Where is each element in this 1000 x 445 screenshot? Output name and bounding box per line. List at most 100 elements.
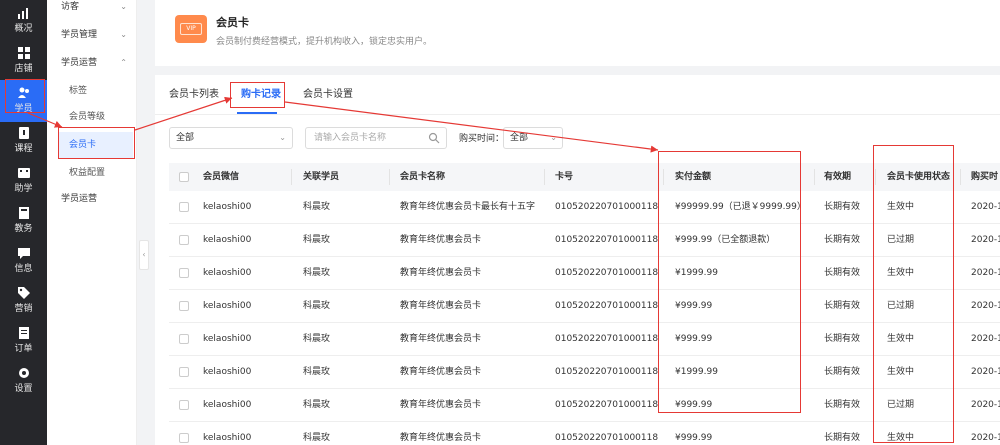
- td-wechat: kelaoshi00: [203, 301, 252, 311]
- search-icon[interactable]: [428, 132, 440, 144]
- rail-label: 学员: [14, 104, 33, 114]
- rail-item-message[interactable]: 信息: [0, 240, 47, 282]
- th-student: 关联学员: [303, 172, 340, 182]
- row-checkbox[interactable]: [179, 301, 189, 311]
- td-amount: ¥999.99: [675, 400, 713, 410]
- column-divider: [875, 169, 876, 185]
- td-wechat: kelaoshi00: [203, 433, 252, 443]
- td-wechat: kelaoshi00: [203, 268, 252, 278]
- td-student: 科晨玫: [303, 400, 331, 410]
- table-row[interactable]: kelaoshi00 科晨玫 教育年终优惠会员卡 010520220701000118…: [169, 389, 1000, 422]
- submenu-group-student-manage[interactable]: 学员管理 ⌄: [47, 22, 137, 48]
- rail-item-store[interactable]: 店铺: [0, 40, 47, 82]
- row-checkbox[interactable]: [179, 433, 189, 443]
- td-card-name: 教育年终优惠会员卡: [400, 235, 482, 245]
- table-row[interactable]: kelaoshi00 科晨玫 教育年终优惠会员卡 010520220701000118…: [169, 323, 1000, 356]
- tab-card-list[interactable]: 会员卡列表: [169, 87, 219, 103]
- rail-item-academic[interactable]: 教务: [0, 200, 47, 242]
- td-wechat: kelaoshi00: [203, 367, 252, 377]
- td-card-no: 010520220701000118: [555, 367, 659, 377]
- purchase-time-select[interactable]: 全部 ⌄: [503, 127, 563, 149]
- td-wechat: kelaoshi00: [203, 334, 252, 344]
- submenu-label: 学员运营: [61, 194, 98, 204]
- submenu-item-rights-config[interactable]: 权益配置: [47, 160, 137, 186]
- td-card-name: 教育年终优惠会员卡: [400, 367, 482, 377]
- submenu-item-member-level[interactable]: 会员等级: [47, 104, 137, 130]
- row-checkbox[interactable]: [179, 334, 189, 344]
- status-filter-select[interactable]: 全部 ⌄: [169, 127, 293, 149]
- column-divider: [291, 169, 292, 185]
- table-row[interactable]: kelaoshi00 科晨玫 教育年终优惠会员卡 010520220701000118…: [169, 224, 1000, 257]
- table-row[interactable]: kelaoshi00 科晨玫 教育年终优惠会员卡 010520220701000118…: [169, 257, 1000, 290]
- td-card-name: 教育年终优惠会员卡: [400, 334, 482, 344]
- td-purchase-time: 2020-1: [971, 334, 1000, 344]
- th-card-name: 会员卡名称: [400, 172, 446, 182]
- chevron-up-icon: ⌃: [120, 58, 127, 67]
- submenu-label: 学员运营: [61, 58, 98, 68]
- submenu-label: 访客: [61, 2, 80, 12]
- row-checkbox[interactable]: [179, 202, 189, 212]
- search-placeholder: 请输入会员卡名称: [314, 133, 387, 143]
- card-name-search-input[interactable]: 请输入会员卡名称: [305, 127, 447, 149]
- td-amount: ¥999.99: [675, 301, 713, 311]
- td-validity: 长期有效: [824, 400, 861, 410]
- rail-item-overview[interactable]: 概况: [0, 0, 47, 42]
- secondary-menu: 访客 ⌄ 学员管理 ⌄ 学员运营 ⌃ 标签 会员等级 会员卡 权益配置 学员运营: [47, 0, 137, 445]
- th-status: 会员卡使用状态: [887, 172, 951, 182]
- td-card-name: 教育年终优惠会员卡: [400, 400, 482, 410]
- rail-item-marketing[interactable]: 营销: [0, 280, 47, 322]
- submenu-item-tags[interactable]: 标签: [47, 78, 137, 104]
- order-icon: [18, 327, 29, 339]
- td-amount: ¥999.99（已全额退款）: [675, 235, 776, 245]
- th-card-no: 卡号: [555, 172, 574, 182]
- td-card-no: 010520220701000118: [555, 268, 659, 278]
- column-divider: [960, 169, 961, 185]
- rail-item-students[interactable]: 学员: [0, 80, 47, 122]
- row-checkbox[interactable]: [179, 400, 189, 410]
- submenu-item-member-card[interactable]: 会员卡: [59, 132, 133, 158]
- submenu-group-student-ops[interactable]: 学员运营 ⌃: [47, 50, 137, 76]
- submenu-label: 学员管理: [61, 30, 98, 40]
- purchase-time-label: 购买时间：: [459, 134, 505, 144]
- table-row[interactable]: kelaoshi00 科晨玫 教育年终优惠会员卡 010520220701000118…: [169, 290, 1000, 323]
- rail-item-orders[interactable]: 订单: [0, 320, 47, 362]
- submenu-group-student-ops-2[interactable]: 学员运营: [47, 186, 137, 212]
- th-amount: 实付金额: [675, 172, 712, 182]
- td-student: 科晨玫: [303, 235, 331, 245]
- table-row[interactable]: kelaoshi00 科晨玫 教育年终优惠会员卡 010520220701000118…: [169, 422, 1000, 445]
- collapse-menu-handle[interactable]: ‹: [139, 240, 149, 270]
- row-checkbox[interactable]: [179, 367, 189, 377]
- rail-item-course[interactable]: 课程: [0, 120, 47, 162]
- td-student: 科晨玫: [303, 433, 331, 443]
- page-header-card: VIP 会员卡 会员制付费经营模式，提升机构收入，锁定忠实用户。: [155, 0, 1000, 66]
- chevron-down-icon: ⌄: [279, 133, 286, 142]
- row-checkbox[interactable]: [179, 235, 189, 245]
- row-checkbox[interactable]: [179, 268, 189, 278]
- rail-label: 订单: [14, 344, 33, 354]
- select-all-checkbox[interactable]: [179, 172, 189, 182]
- chevron-down-icon: ⌄: [120, 30, 127, 39]
- td-status: 生效中: [887, 202, 915, 212]
- td-status: 生效中: [887, 367, 915, 377]
- td-purchase-time: 2020-1: [971, 400, 1000, 410]
- th-validity: 有效期: [824, 172, 852, 182]
- rail-item-assist[interactable]: 助学: [0, 160, 47, 202]
- rail-label: 营销: [14, 304, 33, 314]
- column-divider: [389, 169, 390, 185]
- td-validity: 长期有效: [824, 367, 861, 377]
- app-root: 概况 店铺 学员 课程 助学 教务 信息 营销 订单 设置 访客 ⌄ 学员管理 …: [0, 0, 1000, 445]
- vip-card-icon: VIP: [175, 15, 207, 43]
- column-divider: [814, 169, 815, 185]
- rail-item-settings[interactable]: 设置: [0, 360, 47, 402]
- submenu-group-visitor[interactable]: 访客 ⌄: [47, 0, 137, 20]
- table-row[interactable]: kelaoshi00 科晨玫 教育年终优惠会员卡最长有十五字 010520220701…: [169, 191, 1000, 224]
- rail-label: 教务: [14, 224, 33, 234]
- table-row[interactable]: kelaoshi00 科晨玫 教育年终优惠会员卡 010520220701000118…: [169, 356, 1000, 389]
- tab-card-settings[interactable]: 会员卡设置: [303, 87, 353, 103]
- tab-purchase-records[interactable]: 购卡记录: [241, 87, 281, 103]
- td-wechat: kelaoshi00: [203, 202, 252, 212]
- th-wechat: 会员微信: [203, 172, 240, 182]
- rail-label: 设置: [14, 384, 33, 394]
- course-icon: [18, 127, 29, 139]
- page-description: 会员制付费经营模式，提升机构收入，锁定忠实用户。: [216, 37, 433, 47]
